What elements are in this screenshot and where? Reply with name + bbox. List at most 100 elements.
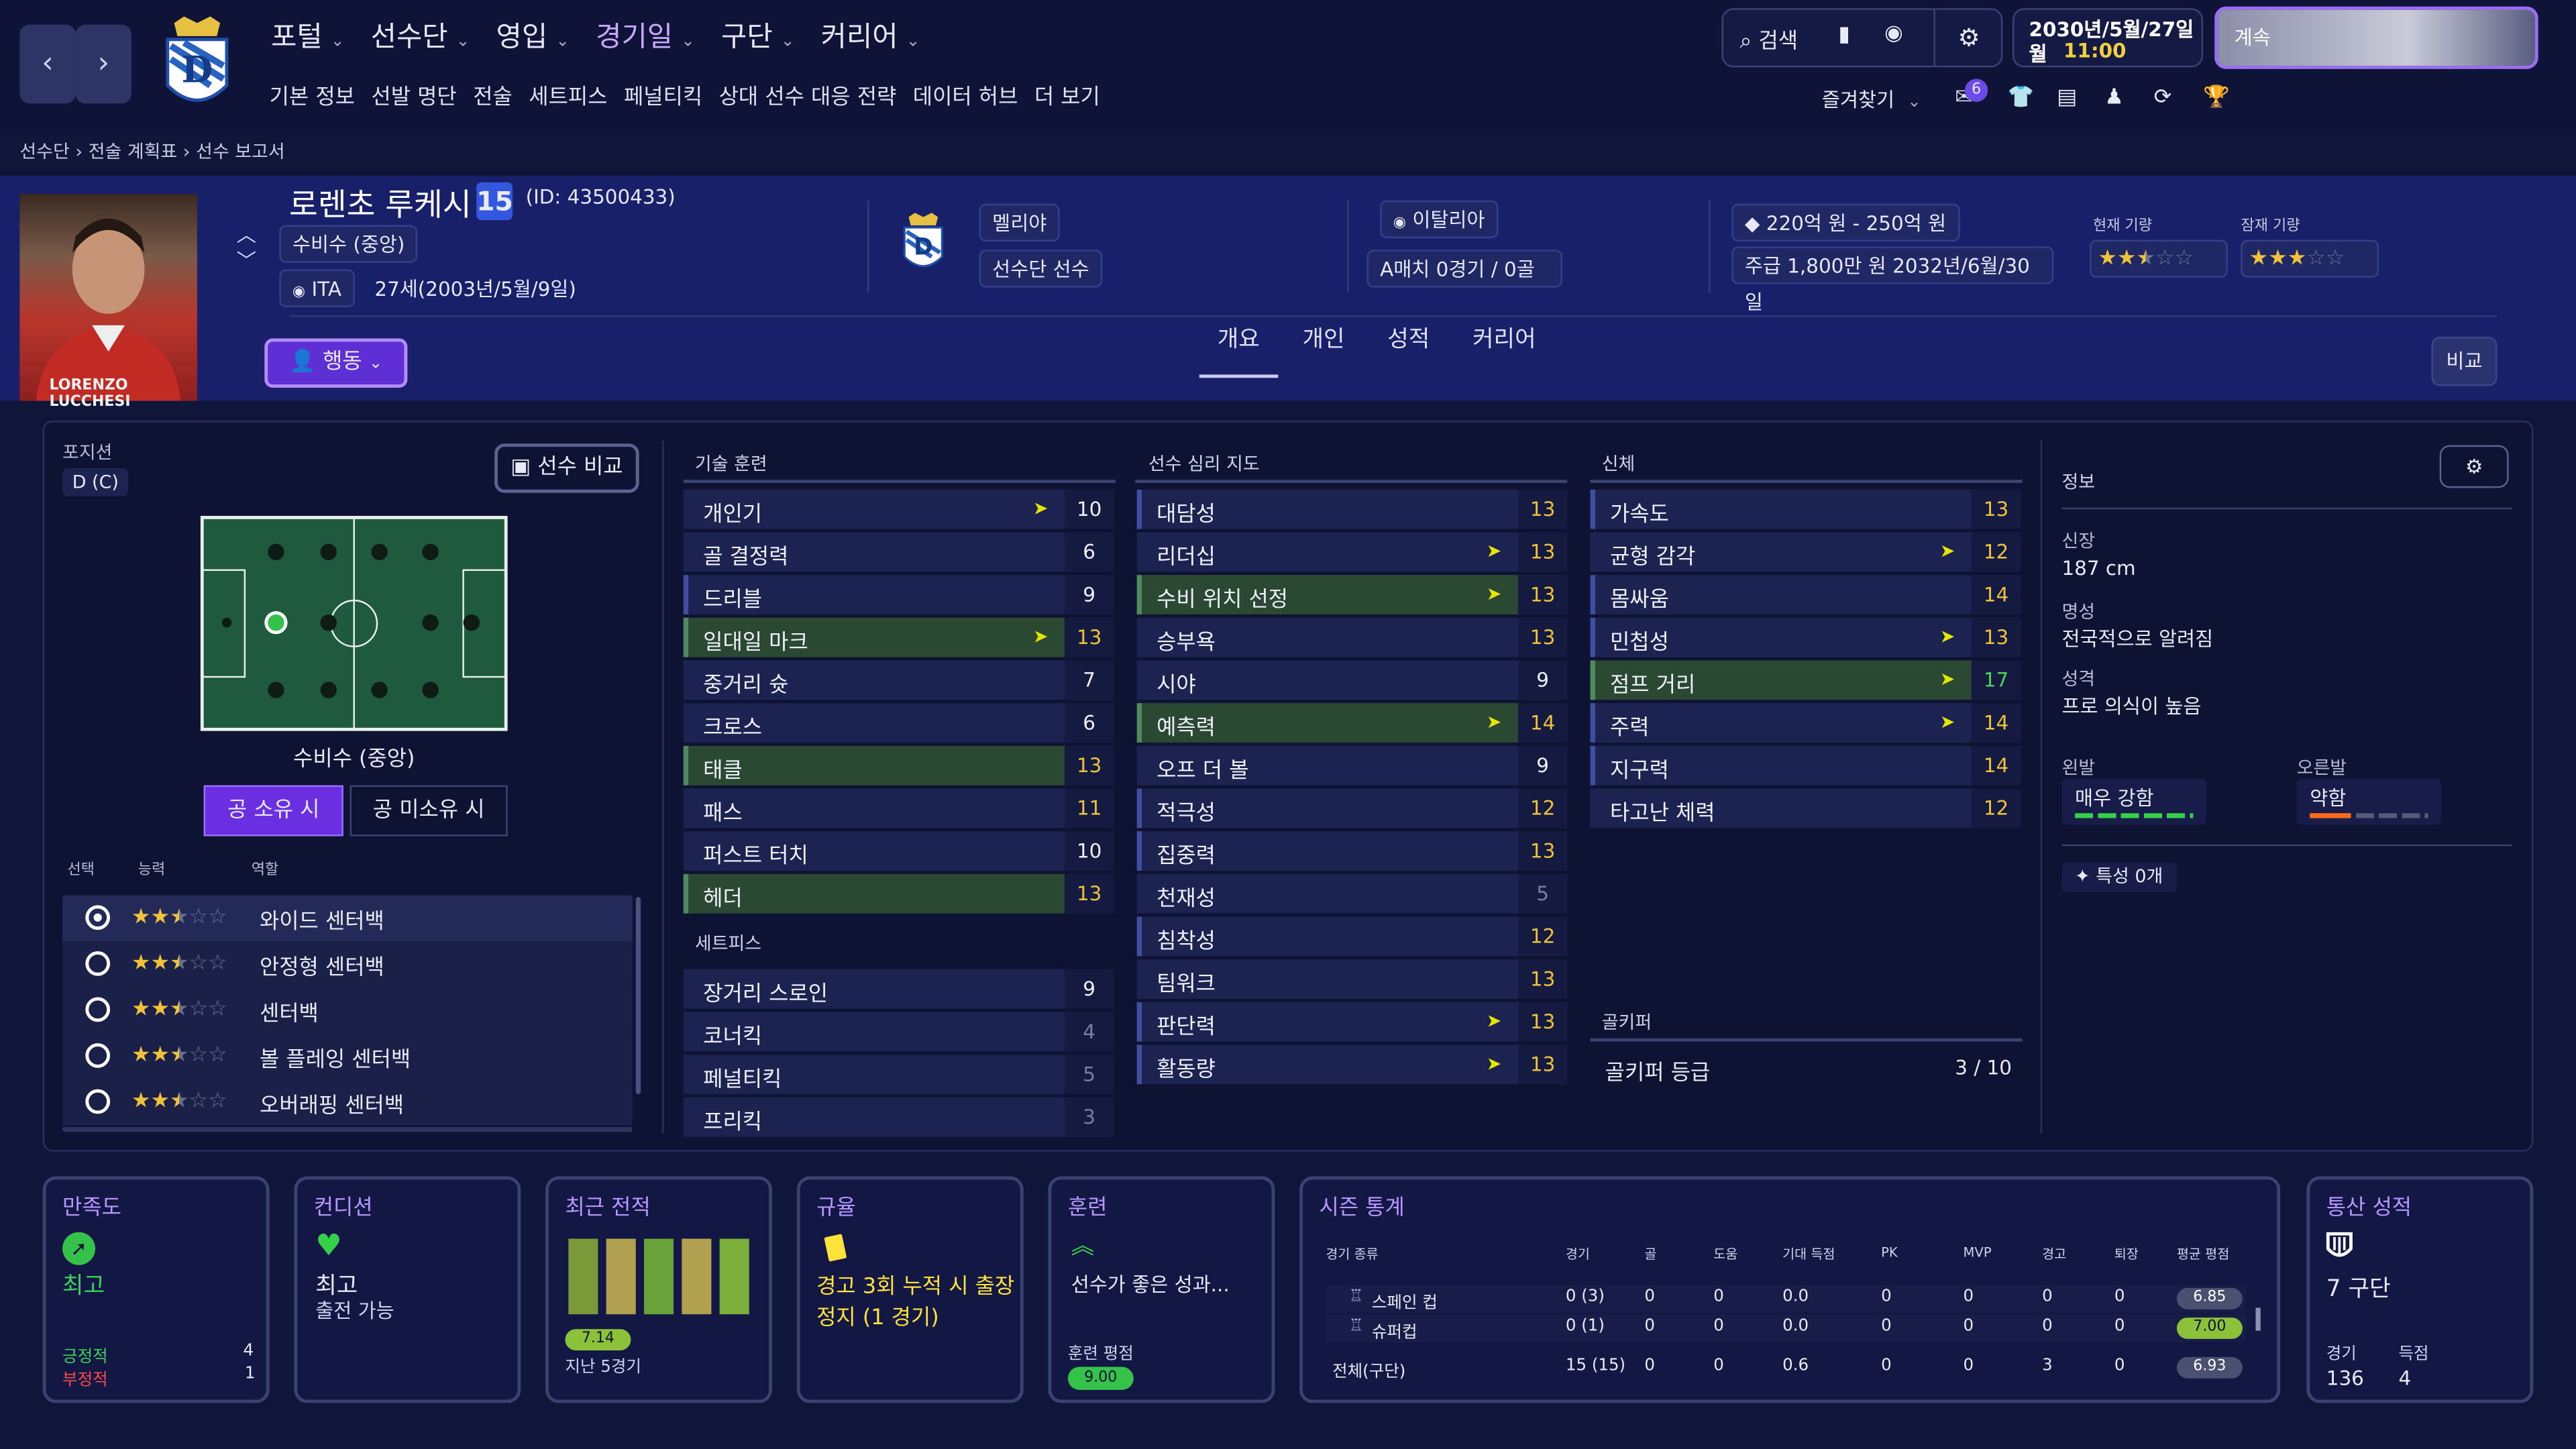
player-compare-button[interactable]: ▣ 선수 비교 — [494, 443, 639, 493]
radio-button[interactable] — [85, 905, 111, 930]
out-possession-tab[interactable]: 공 미소유 시 — [350, 785, 508, 837]
compare-button[interactable]: 비교 — [2431, 337, 2498, 386]
attribute-row[interactable]: 침착성 12 — [1136, 916, 1568, 957]
role-scrollbar[interactable] — [635, 897, 641, 1095]
attribute-row[interactable]: 팀워크 13 — [1136, 959, 1568, 999]
attribute-row[interactable]: 패스 11 — [683, 788, 1114, 828]
attribute-row[interactable]: 주력 ➤ 14 — [1590, 703, 2021, 743]
role-row[interactable]: ★★★☆☆ 와이드 센터백 — [62, 895, 633, 942]
prev-player-icon[interactable]: ︿ — [237, 220, 256, 248]
satisfaction-card[interactable]: 만족도 ➚ 최고 긍정적 4 부정적 1 — [42, 1176, 270, 1403]
tab-1[interactable]: 개인 — [1285, 322, 1363, 374]
breadcrumb-item[interactable]: 전술 계획표 — [89, 142, 178, 163]
radio-button[interactable] — [85, 1089, 111, 1114]
tab-3[interactable]: 커리어 — [1454, 322, 1554, 374]
menu-item-2[interactable]: 영입 — [496, 21, 548, 54]
attribute-row[interactable]: 지구력 14 — [1590, 745, 2021, 786]
radio-button[interactable] — [85, 951, 111, 976]
attribute-row[interactable]: 태클 13 — [683, 745, 1114, 786]
attribute-row[interactable]: 승부욕 13 — [1136, 617, 1568, 657]
attribute-row[interactable]: 균형 감각 ➤ 12 — [1590, 532, 2021, 572]
forward-button[interactable]: › — [75, 24, 131, 104]
submenu-item-7[interactable]: 더 보기 — [1034, 85, 1100, 110]
attribute-row[interactable]: 프리킥 3 — [683, 1097, 1114, 1137]
attribute-row[interactable]: 예측력 ➤ 14 — [1136, 703, 1568, 743]
club-chip[interactable]: 멜리야 — [979, 203, 1060, 241]
attribute-row[interactable]: 장거리 스로인 9 — [683, 969, 1114, 1009]
radio-button[interactable] — [85, 997, 111, 1022]
attribute-row[interactable]: 드리블 9 — [683, 575, 1114, 614]
role-row[interactable]: ★★★☆☆ 안정형 센터백 — [62, 941, 633, 987]
attribute-row[interactable]: 가속도 13 — [1590, 489, 2021, 529]
submenu-item-0[interactable]: 기본 정보 — [270, 85, 355, 110]
settings-gear-icon[interactable]: ⚙ — [1933, 9, 2002, 66]
submenu-item-6[interactable]: 데이터 허브 — [913, 85, 1018, 110]
menu-item-5[interactable]: 커리어 — [821, 21, 898, 54]
next-player-icon[interactable]: ﹀ — [237, 246, 256, 274]
menu-item-0[interactable]: 포털 — [271, 21, 323, 54]
attribute-row[interactable]: 크로스 6 — [683, 703, 1114, 743]
attribute-row[interactable]: 타고난 체력 12 — [1590, 788, 2021, 828]
trophy-icon[interactable]: 🏆 — [2203, 85, 2230, 110]
tab-0[interactable]: 개요 — [1199, 322, 1278, 378]
attribute-row[interactable]: 판단력 ➤ 13 — [1136, 1002, 1568, 1042]
favorites-dropdown[interactable]: 즐겨찾기 ⌄ — [1822, 85, 1921, 113]
role-row[interactable]: ★★★☆☆ 볼 플레잉 센터백 — [62, 1033, 633, 1079]
continue-button[interactable]: 계속 — [2214, 6, 2538, 69]
submenu-item-4[interactable]: 페널티킥 — [624, 85, 702, 110]
attribute-row[interactable]: 대담성 13 — [1136, 489, 1568, 529]
condition-card[interactable]: 컨디션 ♥ 최고 출전 가능 — [294, 1176, 521, 1403]
role-row[interactable]: ★★★☆☆ 센터백 — [62, 987, 633, 1034]
attribute-row[interactable]: 퍼스트 터치 10 — [683, 831, 1114, 871]
club-crest-icon[interactable]: D — [161, 13, 233, 115]
season-stats-card[interactable]: 시즌 통계 경기 종류 경기 골 도움 기대 득점 PK MVP 경고 퇴장 평균 평점 ♖ 스페인 … — [1299, 1176, 2281, 1403]
scout-icon[interactable]: ◉ — [1884, 21, 1903, 46]
attribute-row[interactable]: 오프 더 볼 9 — [1136, 745, 1568, 786]
shirt-icon[interactable]: 👕 — [2008, 85, 2035, 110]
tab-2[interactable]: 성적 — [1369, 322, 1448, 374]
attribute-row[interactable]: 헤더 13 — [683, 873, 1114, 914]
attribute-row[interactable]: 민첩성 ➤ 13 — [1590, 617, 2021, 657]
bookmark-icon[interactable]: ▮ — [1838, 23, 1850, 48]
attribute-row[interactable]: 적극성 12 — [1136, 788, 1568, 828]
submenu-item-2[interactable]: 전술 — [473, 85, 513, 110]
breadcrumb-item[interactable]: 선수단 — [19, 142, 69, 163]
career-card[interactable]: 통산 성적 7 구단 경기 득점 136 4 — [2306, 1176, 2534, 1403]
traits-chip[interactable]: ✦ 특성 0개 — [2061, 862, 2176, 892]
radio-button[interactable] — [85, 1043, 111, 1068]
attribute-row[interactable]: 페널티킥 5 — [683, 1055, 1114, 1095]
attribute-row[interactable]: 시야 9 — [1136, 660, 1568, 700]
training-card[interactable]: 훈련 ︽ 선수가 좋은 성과... 훈련 평점 9.00 — [1048, 1176, 1275, 1403]
submenu-item-5[interactable]: 상대 선수 대응 전략 — [719, 85, 897, 110]
submenu-item-3[interactable]: 세트피스 — [529, 85, 607, 110]
date-box[interactable]: 2030년/5월/27일 월 11:00 — [2012, 8, 2204, 68]
menu-item-3[interactable]: 경기일 — [596, 21, 673, 54]
search-button[interactable]: ⌕ 검색 — [1739, 23, 1798, 54]
attribute-row[interactable]: 천재성 5 — [1136, 873, 1568, 914]
form-card[interactable]: 최근 전적 7.14 지난 5경기 — [545, 1176, 773, 1403]
menu-item-1[interactable]: 선수단 — [371, 21, 448, 54]
report-icon[interactable]: ▤ — [2057, 85, 2077, 110]
role-row[interactable]: ★★★☆☆ 오버래핑 센터백 — [62, 1079, 633, 1126]
back-button[interactable]: ‹ — [19, 24, 76, 104]
attribute-row[interactable]: 일대일 마크 ➤ 13 — [683, 617, 1114, 657]
attribute-row[interactable]: 집중력 13 — [1136, 831, 1568, 871]
attribute-row[interactable]: 점프 거리 ➤ 17 — [1590, 660, 2021, 700]
attribute-row[interactable]: 개인기 ➤ 10 — [683, 489, 1114, 529]
attribute-row[interactable]: 리더십 ➤ 13 — [1136, 532, 1568, 572]
action-button[interactable]: 👤 행동 ⌄ — [264, 338, 408, 388]
submenu-item-1[interactable]: 선발 명단 — [371, 85, 456, 110]
attribute-row[interactable]: 수비 위치 선정 ➤ 13 — [1136, 575, 1568, 614]
discipline-card[interactable]: 규율 경고 3회 누적 시 출장 정지 (1 경기) — [796, 1176, 1024, 1403]
info-settings-icon[interactable]: ⚙ — [2439, 445, 2509, 488]
breadcrumb-item[interactable]: 선수 보고서 — [196, 142, 285, 163]
horizontal-scrollbar[interactable] — [62, 1127, 633, 1132]
menu-item-4[interactable]: 구단 — [721, 21, 773, 54]
attribute-row[interactable]: 활동량 ➤ 13 — [1136, 1044, 1568, 1085]
refresh-icon[interactable]: ⟳ — [2154, 85, 2172, 110]
season-scrollbar[interactable] — [2255, 1307, 2261, 1331]
attribute-row[interactable]: 골 결정력 6 — [683, 532, 1114, 572]
in-possession-tab[interactable]: 공 소유 시 — [203, 785, 343, 837]
attribute-row[interactable]: 코너킥 4 — [683, 1012, 1114, 1052]
attribute-row[interactable]: 중거리 슛 7 — [683, 660, 1114, 700]
